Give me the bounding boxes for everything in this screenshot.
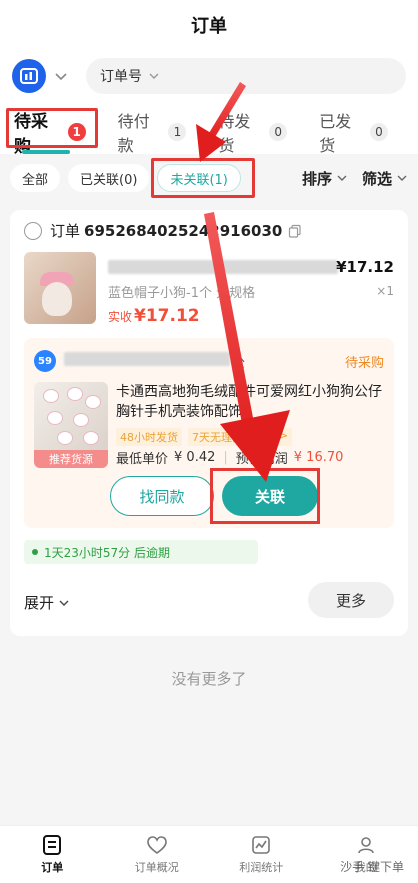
source-badges: 48小时发货 7天无理由包退 > xyxy=(116,428,298,446)
heart-icon xyxy=(146,834,168,856)
tab-pending-payment[interactable]: 待付款 1 xyxy=(110,110,195,155)
source-meta: 最低单价 ¥ 0.42 | 预估利润 ¥ 16.70 xyxy=(116,450,344,467)
filter-actions: 排序 筛选 xyxy=(288,168,408,189)
shop-logo[interactable] xyxy=(12,59,46,93)
list-end-text: 没有更多了 xyxy=(171,670,247,688)
blurred-supplier-name xyxy=(64,352,230,366)
expand-toggle[interactable]: 展开 xyxy=(24,592,70,613)
tab-label: 待采购 xyxy=(14,112,48,157)
source-status: 待采购 xyxy=(344,356,384,371)
tab-label: 待付款 xyxy=(117,112,150,155)
chevron-down-icon xyxy=(58,597,70,609)
source-title[interactable]: 卡通西高地狗毛绒配件可爱网红小狗狗公仔胸针手机壳装饰配饰 xyxy=(116,382,384,422)
tab-pending-shipment[interactable]: 待发货 0 xyxy=(210,110,295,155)
chip-unlinked[interactable]: 未关联(1) xyxy=(157,164,241,192)
product-spec: 蓝色帽子小狗-1个 无规格 xyxy=(108,286,256,301)
product-image xyxy=(24,252,96,324)
chevron-down-icon xyxy=(148,70,160,82)
blurred-product-title xyxy=(108,260,338,274)
watermark: 沙手 键下单 xyxy=(340,860,404,874)
deadline-text: 1天23小时57分 后逾期 xyxy=(44,545,170,560)
tab-count-badge: 0 xyxy=(269,123,288,141)
nav-item-overview[interactable]: 订单概况 xyxy=(105,826,210,883)
find-similar-button[interactable]: 找同款 xyxy=(110,476,214,516)
user-icon xyxy=(355,834,377,856)
min-price-label: 最低单价 xyxy=(116,452,169,467)
recommended-source: 59 公 待采购 推荐货源 卡通西高地狗毛绒配件可爱网红小狗狗公仔胸针手机壳装饰… xyxy=(24,338,394,528)
search-type-label: 订单号 xyxy=(100,69,142,85)
order-icon xyxy=(41,834,63,856)
filter-label: 筛选 xyxy=(361,169,392,188)
min-price: ¥ 0.42 xyxy=(174,450,216,465)
chip-unlinked-wrap: 未关联(1) xyxy=(151,158,255,198)
tab-label: 已发货 xyxy=(319,112,352,155)
shop-switch-chevron-icon[interactable] xyxy=(54,67,72,85)
nav-item-profit[interactable]: 利润统计 xyxy=(209,826,314,883)
more-button[interactable]: 更多 xyxy=(308,582,394,618)
order-card: 订单 6952684025242916030 ¥17.12 ×1 蓝色帽子小狗-… xyxy=(10,210,408,636)
order-header: 订单 6952684025242916030 xyxy=(24,220,302,241)
product-paid: 实收 ¥17.12 xyxy=(108,306,200,326)
expand-label: 展开 xyxy=(24,594,55,612)
order-select-radio[interactable] xyxy=(24,221,42,240)
sort-button[interactable]: 排序 xyxy=(302,168,348,189)
nav-label: 订单 xyxy=(41,861,64,874)
chevron-down-icon xyxy=(336,172,348,184)
nav-label: 订单概况 xyxy=(134,861,179,874)
badge-48h: 48小时发货 xyxy=(116,428,182,446)
tab-label: 待发货 xyxy=(218,112,251,155)
product-qty: ×1 xyxy=(376,284,394,298)
order-number: 6952684025242916030 xyxy=(84,221,283,240)
nav-item-orders[interactable]: 订单 xyxy=(0,826,105,883)
tab-count-badge: 1 xyxy=(67,123,86,141)
tab-count-badge: 0 xyxy=(369,123,388,141)
filter-row: 全部 已关联(0) 未关联(1) 排序 筛选 xyxy=(0,154,418,202)
filter-button[interactable]: 筛选 xyxy=(362,168,408,189)
badge-7day: 7天无理由包退 xyxy=(188,428,269,446)
recommended-source-tag: 推荐货源 xyxy=(34,450,108,468)
tab-count-badge: 1 xyxy=(168,123,187,141)
deadline-badge: 1天23小时57分 后逾期 xyxy=(24,540,258,564)
status-dot-icon xyxy=(32,549,38,555)
page-title: 订单 xyxy=(0,0,418,50)
link-button[interactable]: 关联 xyxy=(222,476,318,516)
chart-icon xyxy=(250,834,272,856)
nav-label: 利润统计 xyxy=(239,861,284,874)
sort-label: 排序 xyxy=(301,169,332,188)
status-tabs: 待采购 1 待付款 1 待发货 0 已发货 0 xyxy=(0,102,418,157)
order-prefix: 订单 xyxy=(50,222,81,240)
tab-shipped[interactable]: 已发货 0 xyxy=(311,110,396,155)
order-product[interactable]: ¥17.12 ×1 蓝色帽子小狗-1个 无规格 实收 ¥17.12 xyxy=(24,252,394,328)
paid-label: 实收 xyxy=(108,310,133,324)
tab-pending-purchase[interactable]: 待采购 1 xyxy=(6,110,94,157)
shop-logo-icon xyxy=(20,68,38,84)
supplier-name-suffix: 公 xyxy=(232,356,246,371)
search-type-selector[interactable]: 订单号 xyxy=(86,58,406,94)
badge-more[interactable]: > xyxy=(275,428,293,446)
search-row: 订单号 xyxy=(0,50,418,102)
profit-label: 预估利润 xyxy=(235,452,288,467)
chip-all[interactable]: 全部 xyxy=(10,164,61,192)
chip-linked[interactable]: 已关联(0) xyxy=(68,164,150,192)
paid-value: ¥17.12 xyxy=(134,306,200,326)
chevron-down-icon xyxy=(396,172,408,184)
supplier-icon: 59 xyxy=(34,350,56,372)
profit-value: ¥ 16.70 xyxy=(293,450,344,465)
copy-icon[interactable] xyxy=(288,224,302,238)
product-price: ¥17.12 xyxy=(336,258,394,276)
